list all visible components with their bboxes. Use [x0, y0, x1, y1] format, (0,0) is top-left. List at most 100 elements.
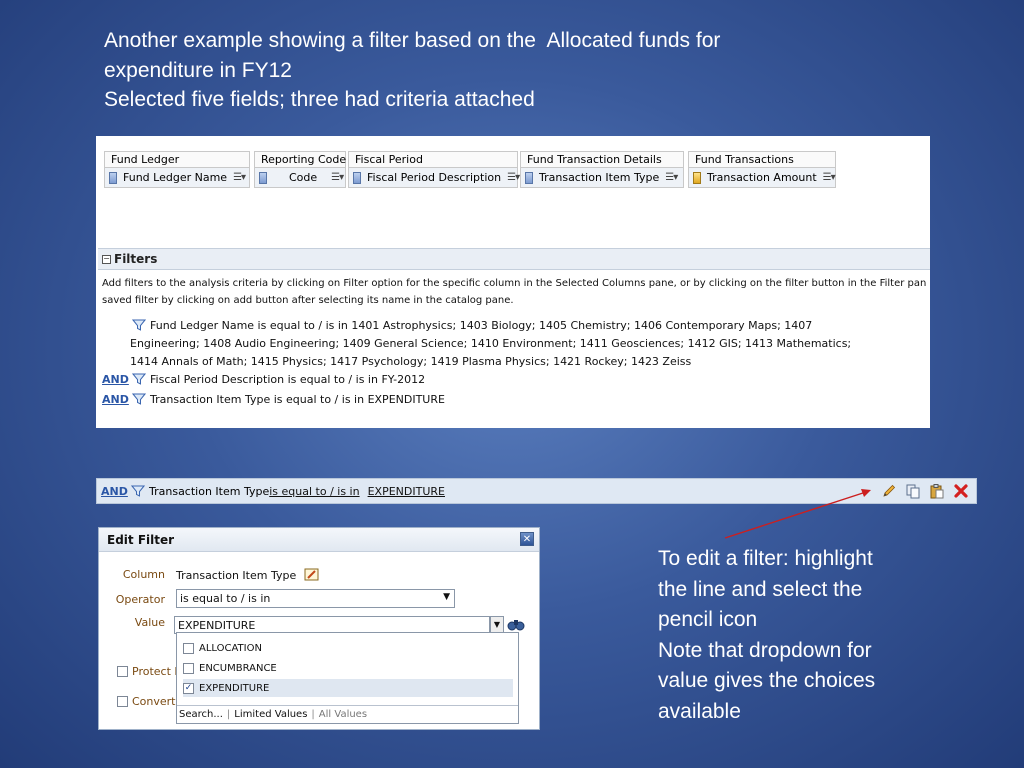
- option-checkbox[interactable]: [183, 662, 194, 674]
- column-options-icon[interactable]: ☰▾: [507, 172, 520, 183]
- delete-x-icon[interactable]: [952, 482, 970, 500]
- note-line: available: [658, 699, 741, 723]
- slide-note: To edit a filter: highlight the line and…: [658, 544, 978, 727]
- option-checkbox[interactable]: [183, 642, 194, 654]
- pencil-edit-icon[interactable]: [880, 482, 898, 500]
- dialog-title: Edit Filter: [99, 528, 539, 552]
- filter-value-link[interactable]: EXPENDITURE: [368, 485, 445, 498]
- dropdown-footer: Search... | Limited Values | All Values: [177, 705, 518, 723]
- filter-text-line: 1414 Annals of Math; 1415 Physics; 1417 …: [130, 355, 692, 368]
- filter-funnel-icon: [131, 485, 145, 497]
- option-expenditure[interactable]: ✓ EXPENDITURE: [183, 679, 513, 697]
- column-group-label: Fiscal Period: [348, 151, 518, 168]
- filter-transaction-item-type[interactable]: AND Transaction Item Type is equal to / i…: [102, 391, 445, 409]
- filter-funnel-icon: [132, 319, 146, 331]
- attribute-column-icon: [259, 171, 267, 184]
- column-field-label: Transaction Amount: [707, 171, 817, 184]
- column-options-icon[interactable]: ☰▾: [823, 172, 836, 183]
- column-group-label: Fund Ledger: [104, 151, 250, 168]
- value-options-dropdown: ALLOCATION ENCUMBRANCE ✓ EXPENDITURE Sear…: [176, 632, 519, 724]
- operator-selected-value: is equal to / is in: [180, 592, 271, 605]
- and-operator-link[interactable]: AND: [102, 391, 132, 409]
- option-encumbrance[interactable]: ENCUMBRANCE: [183, 659, 513, 677]
- note-line: pencil icon: [658, 608, 758, 631]
- filters-title: Filters: [114, 252, 158, 266]
- and-operator-link[interactable]: AND: [101, 485, 131, 498]
- operator-label: Operator: [115, 593, 165, 606]
- attribute-column-icon: [525, 171, 533, 184]
- value-label: Value: [134, 616, 165, 629]
- column-field-label: Code: [289, 171, 318, 184]
- convert-filter-option[interactable]: Convert: [117, 695, 176, 708]
- filter-text-line: Engineering; 1408 Audio Engineering; 140…: [130, 337, 852, 350]
- copy-icon[interactable]: [904, 482, 922, 500]
- instruction-line: Add filters to the analysis criteria by …: [102, 278, 927, 289]
- collapse-icon[interactable]: −: [102, 254, 111, 264]
- filter-text: Fiscal Period Description is equal to / …: [150, 373, 426, 386]
- column-options-icon[interactable]: ☰▾: [665, 172, 678, 183]
- column-fund-ledger[interactable]: Fund Ledger Fund Ledger Name ☰▾: [104, 151, 250, 191]
- heading-line: Selected five fields; three had criteria…: [104, 88, 535, 111]
- column-options-icon[interactable]: ☰▾: [331, 172, 344, 183]
- chevron-down-icon: ▼: [443, 592, 450, 602]
- column-options-icon[interactable]: ☰▾: [233, 172, 246, 183]
- edit-filter-dialog: Edit Filter ✕ Column Transaction Item Ty…: [98, 527, 540, 730]
- protect-label: Protect F: [132, 665, 181, 678]
- paste-icon[interactable]: [928, 482, 946, 500]
- column-fiscal-period[interactable]: Fiscal Period Fiscal Period Description ☰…: [348, 151, 520, 191]
- close-icon[interactable]: ✕: [520, 532, 534, 546]
- heading-line: expenditure in FY12: [104, 58, 292, 82]
- highlighted-filter-row[interactable]: AND Transaction Item Type is equal to / …: [96, 478, 977, 504]
- convert-checkbox[interactable]: [117, 696, 128, 707]
- filters-section-header[interactable]: − Filters: [98, 248, 930, 270]
- and-operator-link[interactable]: AND: [102, 371, 132, 389]
- option-label: ENCUMBRANCE: [199, 662, 277, 674]
- column-group-label: Reporting Code: [254, 151, 346, 168]
- column-reporting-code[interactable]: Reporting Code Code ☰▾: [254, 151, 346, 191]
- slide-heading: Another example showing a filter based o…: [104, 26, 904, 115]
- criteria-panel: Fund Ledger Fund Ledger Name ☰▾ Reporting…: [96, 136, 930, 428]
- protect-filter-option[interactable]: Protect F: [117, 665, 181, 678]
- option-allocation[interactable]: ALLOCATION: [183, 639, 513, 657]
- column-field-label: Fiscal Period Description: [367, 171, 502, 184]
- all-values-link[interactable]: All Values: [317, 709, 369, 720]
- column-value-text: Transaction Item Type: [176, 569, 297, 582]
- filter-fiscal-period[interactable]: AND Fiscal Period Description is equal to…: [102, 371, 425, 389]
- filter-row-actions: [880, 482, 970, 500]
- filter-text-line: Fund Ledger Name is equal to / is in 140…: [150, 319, 813, 332]
- filter-operator-link[interactable]: is equal to / is in: [269, 485, 359, 498]
- column-fund-transaction-details[interactable]: Fund Transaction Details Transaction Ite…: [520, 151, 684, 191]
- column-group-label: Fund Transaction Details: [520, 151, 684, 168]
- column-group-label: Fund Transactions: [688, 151, 836, 168]
- note-line: To edit a filter: highlight: [658, 547, 873, 570]
- protect-checkbox[interactable]: [117, 666, 128, 677]
- heading-line: Another example showing a filter based o…: [104, 29, 721, 52]
- filter-funnel-icon: [132, 373, 146, 385]
- option-checkbox-checked[interactable]: ✓: [183, 682, 194, 694]
- edit-column-icon[interactable]: [304, 568, 320, 581]
- column-fund-transactions[interactable]: Fund Transactions Transaction Amount ☰▾: [688, 151, 836, 191]
- filters-instructions: Add filters to the analysis criteria by …: [102, 275, 930, 309]
- note-line: Note that dropdown for: [658, 638, 872, 662]
- column-field-label: Fund Ledger Name: [123, 171, 228, 184]
- search-binoculars-icon[interactable]: [507, 615, 525, 633]
- column-field-label: Transaction Item Type: [539, 171, 660, 184]
- convert-label: Convert: [132, 695, 176, 708]
- filter-column-name: Transaction Item Type: [149, 484, 270, 498]
- filter-fund-ledger-name[interactable]: Fund Ledger Name is equal to / is in 140…: [132, 317, 912, 335]
- attribute-column-icon: [353, 171, 361, 184]
- operator-select[interactable]: is equal to / is in ▼: [176, 589, 455, 608]
- note-line: the line and select the: [658, 577, 863, 601]
- filter-fund-ledger-name-cont: Engineering; 1408 Audio Engineering; 140…: [130, 335, 910, 371]
- column-label: Column: [122, 568, 165, 581]
- measure-column-icon: [693, 171, 701, 184]
- column-value: Transaction Item Type: [176, 568, 320, 582]
- attribute-column-icon: [109, 171, 117, 184]
- option-label: ALLOCATION: [199, 642, 262, 654]
- filter-funnel-icon: [132, 393, 146, 405]
- limited-values-link[interactable]: Limited Values: [232, 709, 309, 720]
- search-link[interactable]: Search...: [177, 709, 225, 720]
- instruction-line: saved filter by clicking on add button a…: [102, 295, 514, 306]
- note-line: value gives the choices: [658, 669, 876, 692]
- filter-text: Transaction Item Type is equal to / is i…: [150, 393, 445, 406]
